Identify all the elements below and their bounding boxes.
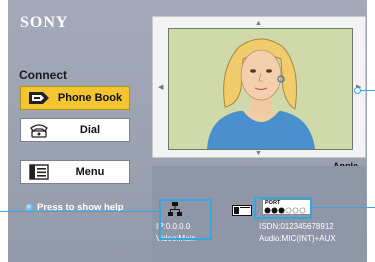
connect-title: Connect: [19, 68, 67, 82]
audio-source-text: Audio:MIC(INT)+AUX: [259, 234, 336, 243]
isdn-card-icon: [232, 203, 252, 221]
dial-icon: [21, 122, 57, 138]
pan-down-arrow-icon[interactable]: ▼: [255, 150, 262, 157]
dial-label: Dial: [79, 124, 101, 136]
camera-preview[interactable]: ▲ ▼ ◀ ▶ Angle Adj.: [152, 16, 366, 181]
camera-image: [168, 28, 353, 150]
port-highlight-box: [254, 197, 312, 219]
brand-logo: SONY: [20, 14, 69, 31]
port-callout-line: [312, 207, 375, 208]
menu-button[interactable]: Menu: [20, 160, 130, 184]
isdn-number-text: ISDN:012345678912: [259, 222, 334, 231]
network-highlight-box: [159, 199, 212, 240]
phone-book-button[interactable]: Phone Book: [20, 86, 130, 110]
dial-button[interactable]: Dial: [20, 118, 130, 142]
menu-label: Menu: [75, 166, 105, 178]
phone-book-label: Phone Book: [57, 92, 123, 104]
network-callout-line: [0, 211, 160, 212]
menu-icon: [21, 164, 57, 180]
phone-book-icon: [21, 90, 57, 106]
pan-left-arrow-icon[interactable]: ◀: [158, 84, 163, 91]
preview-callout-dot: [354, 87, 361, 94]
help-dot-icon: [26, 204, 33, 211]
pan-up-arrow-icon[interactable]: ▲: [255, 20, 262, 27]
